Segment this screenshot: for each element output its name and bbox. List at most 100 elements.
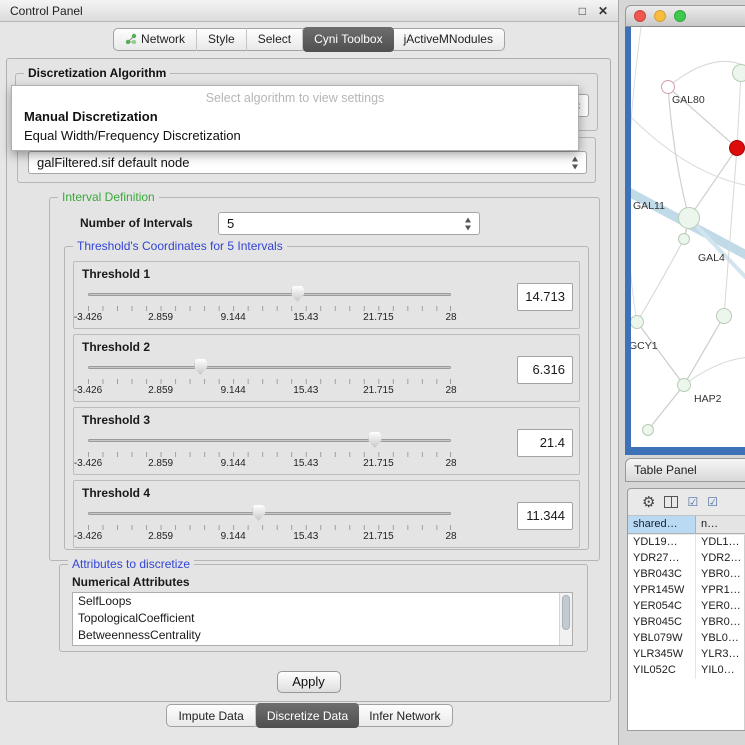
slider-thumb[interactable] — [252, 505, 265, 521]
slider-track[interactable] — [88, 439, 451, 442]
scale-label: 2.859 — [148, 312, 173, 323]
select-all-checkbox-icon[interactable]: ☑ — [687, 496, 698, 508]
column-header-shared-name[interactable]: shared… — [628, 516, 696, 533]
scale-label: 21.715 — [363, 312, 394, 323]
table-row[interactable]: YBR045CYBR0… — [628, 615, 744, 631]
table-cell: YBR0… — [696, 615, 744, 631]
table-row[interactable]: YPR145WYPR1… — [628, 583, 744, 599]
network-node[interactable] — [678, 233, 690, 245]
table-row[interactable]: YBL079WYBL0… — [628, 631, 744, 647]
algorithm-option-equal-width-frequency-discretization[interactable]: Equal Width/Frequency Discretization — [12, 126, 578, 145]
algorithm-option-manual-discretization[interactable]: Manual Discretization — [12, 107, 578, 126]
scale-label: 15.43 — [293, 385, 318, 396]
tab-jactivemnodules[interactable]: jActiveMNodules — [393, 28, 504, 51]
table-toolbar: ⚙ ☑ ☑ — [628, 489, 745, 516]
network-node-highlighted[interactable] — [729, 140, 745, 156]
table-cell: YLR345W — [628, 647, 696, 663]
table-cell: YIL052C — [628, 663, 696, 679]
network-node[interactable] — [661, 80, 675, 94]
close-traffic-light-icon[interactable] — [634, 10, 646, 22]
threshold-value-field[interactable]: 21.4 — [517, 429, 573, 457]
top-tab-bar: NetworkStyleSelectCyni ToolboxjActiveMNo… — [0, 22, 618, 56]
attributes-list-items: SelfLoopsTopologicalCoefficientBetweenne… — [73, 593, 572, 644]
threshold-value-field[interactable]: 14.713 — [517, 283, 573, 311]
network-node[interactable] — [678, 207, 700, 229]
list-item-topologicalcoefficient[interactable]: TopologicalCoefficient — [73, 610, 572, 627]
threshold-4-block: Threshold 4 -3.4262.8599.14415.4321.7152… — [73, 480, 580, 548]
num-intervals-combo[interactable]: 5 — [218, 212, 480, 235]
algorithm-hint: Select algorithm to view settings — [12, 88, 578, 107]
network-node[interactable] — [642, 424, 654, 436]
list-scrollbar[interactable] — [559, 593, 572, 645]
slider-scale-labels: -3.4262.8599.14415.4321.71528 — [88, 312, 451, 324]
attributes-list[interactable]: SelfLoopsTopologicalCoefficientBetweenne… — [72, 592, 573, 646]
attributes-group: Attributes to discretize Numerical Attri… — [59, 564, 588, 652]
slider-track[interactable] — [88, 366, 451, 369]
gear-icon[interactable]: ⚙ — [642, 495, 655, 510]
network-node[interactable] — [677, 378, 691, 392]
scale-label: 15.43 — [293, 531, 318, 542]
table-row[interactable]: YBR043CYBR0… — [628, 567, 744, 583]
network-frame: GAL80GAL11GAL4GCY1HAP2 — [625, 27, 745, 455]
table-row[interactable]: YDR27…YDR2… — [628, 551, 744, 567]
table-row[interactable]: YER054CYER0… — [628, 599, 744, 615]
slider-scale-labels: -3.4262.8599.14415.4321.71528 — [88, 458, 451, 470]
threshold-1-slider[interactable] — [88, 286, 451, 304]
network-node[interactable] — [732, 64, 745, 82]
scale-label: -3.426 — [74, 458, 102, 469]
column-header-name[interactable]: n… — [696, 516, 745, 533]
slider-track[interactable] — [88, 293, 451, 296]
tab-impute-data[interactable]: Impute Data — [167, 704, 255, 727]
node-label-gal11: GAL11 — [633, 200, 665, 212]
table-data-combo[interactable]: galFiltered.sif default node — [28, 151, 587, 174]
slider-thumb[interactable] — [291, 286, 304, 302]
tab-cyni-toolbox[interactable]: Cyni Toolbox — [303, 27, 393, 52]
table-row[interactable]: YDL19…YDL1… — [628, 535, 744, 551]
algorithm-dropdown-popup: Select algorithm to view settings Manual… — [11, 85, 579, 151]
list-item-selfloops[interactable]: SelfLoops — [73, 593, 572, 610]
threshold-3-block: Threshold 3 -3.4262.8599.14415.4321.7152… — [73, 407, 580, 475]
table-cell: YER0… — [696, 599, 744, 615]
close-icon[interactable]: ✕ — [598, 4, 608, 18]
slider-thumb[interactable] — [194, 359, 207, 375]
scale-label: -3.426 — [74, 531, 102, 542]
table-row[interactable]: YIL052CYIL0… — [628, 663, 744, 679]
minimize-traffic-light-icon[interactable] — [654, 10, 666, 22]
float-window-icon[interactable]: □ — [579, 4, 586, 18]
network-icon — [125, 33, 137, 45]
threshold-value-field[interactable]: 6.316 — [517, 356, 573, 384]
network-canvas[interactable]: GAL80GAL11GAL4GCY1HAP2 — [631, 27, 745, 447]
scale-label: 15.43 — [293, 458, 318, 469]
table-body: YDL19…YDL1…YDR27…YDR2…YBR043CYBR0…YPR145… — [628, 535, 744, 730]
tab-style[interactable]: Style — [197, 28, 247, 51]
thresholds-group: Threshold's Coordinates for 5 Intervals … — [64, 246, 589, 550]
slider-track[interactable] — [88, 512, 451, 515]
threshold-value-field[interactable]: 11.344 — [517, 502, 573, 530]
table-cell: YIL0… — [696, 663, 744, 679]
network-node[interactable] — [716, 308, 732, 324]
tab-select[interactable]: Select — [247, 28, 303, 51]
threshold-2-slider[interactable] — [88, 359, 451, 377]
scrollbar-thumb[interactable] — [562, 595, 570, 630]
algorithm-options: Manual DiscretizationEqual Width/Frequen… — [12, 107, 578, 145]
table-panel-titlebar: Table Panel — [625, 458, 745, 482]
top-tabs-segmented: NetworkStyleSelectCyni ToolboxjActiveMNo… — [113, 28, 505, 51]
threshold-3-slider[interactable] — [88, 432, 451, 450]
slider-thumb[interactable] — [368, 432, 381, 448]
zoom-traffic-light-icon[interactable] — [674, 10, 686, 22]
list-item-betweennesscentrality[interactable]: BetweennessCentrality — [73, 627, 572, 644]
tab-network[interactable]: Network — [114, 28, 197, 51]
table-row[interactable]: YLR345WYLR3… — [628, 647, 744, 663]
table-cell: YBR0… — [696, 567, 744, 583]
column-selector-icon[interactable] — [664, 496, 678, 508]
network-view-window: GAL80GAL11GAL4GCY1HAP2 — [625, 5, 745, 455]
table-panel-title: Table Panel — [634, 463, 697, 477]
threshold-4-slider[interactable] — [88, 505, 451, 523]
scale-label: 9.144 — [221, 531, 246, 542]
apply-button[interactable]: Apply — [277, 671, 341, 693]
select-rows-checkbox-icon[interactable]: ☑ — [707, 496, 718, 508]
chevron-updown-icon — [465, 217, 472, 230]
tab-infer-network[interactable]: Infer Network — [358, 704, 451, 727]
scale-label: 21.715 — [363, 458, 394, 469]
tab-discretize-data[interactable]: Discretize Data — [256, 703, 359, 728]
